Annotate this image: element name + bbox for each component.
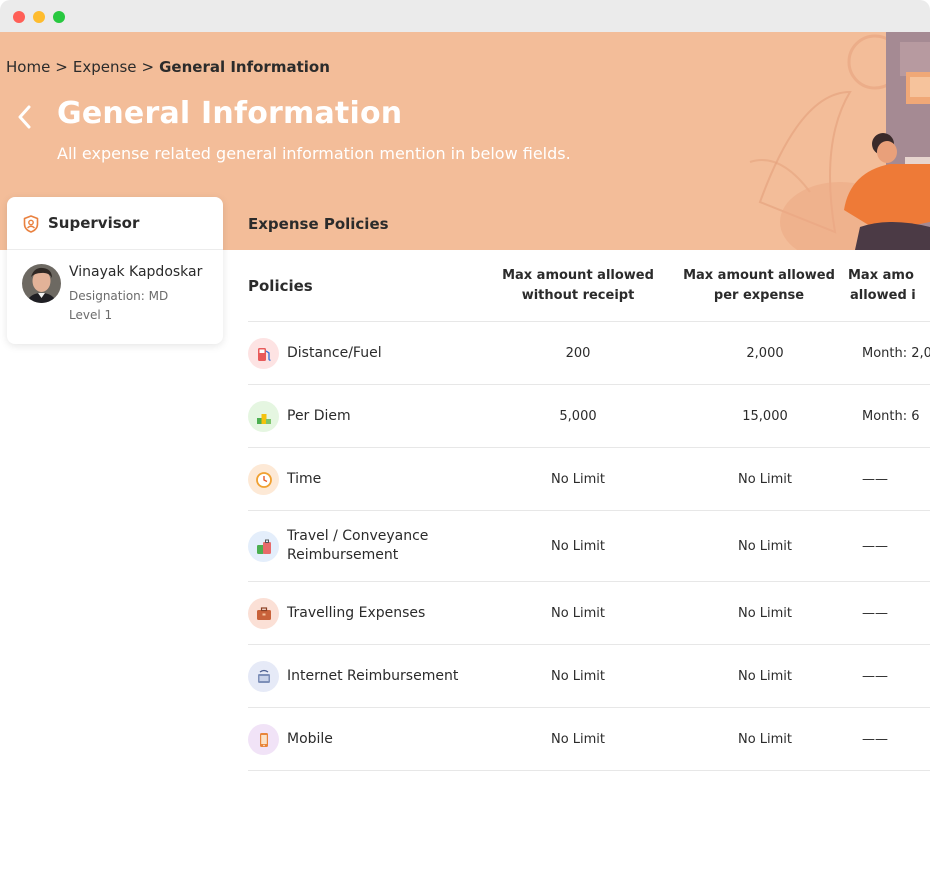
avatar [22, 264, 61, 303]
table-row[interactable]: Travel / Conveyance Reimbursement No Lim… [248, 511, 930, 582]
page-subtitle: All expense related general information … [57, 144, 571, 163]
cell-without-receipt: 200 [565, 346, 591, 361]
column-header-allowed-in: Max amo allowed i [848, 266, 930, 306]
policy-label: Travel / Conveyance Reimbursement [287, 527, 428, 565]
shield-user-icon [23, 215, 39, 233]
table-row[interactable]: Distance/Fuel 200 2,000 Month: 2,0 [248, 322, 930, 385]
supervisor-designation: Designation: MD [69, 289, 169, 303]
cell-per-expense: No Limit [737, 669, 793, 684]
breadcrumb-separator: > [141, 58, 155, 76]
mobile-phone-icon [248, 724, 279, 755]
policy-label: Internet Reimbursement [287, 668, 459, 684]
expense-policies-table: Policies Max amount allowed without rece… [248, 250, 930, 771]
cell-without-receipt: No Limit [550, 472, 606, 487]
section-title: Expense Policies [248, 215, 389, 233]
cell-allowed-in: Month: 6 [862, 409, 920, 424]
cell-allowed-in: —— [862, 732, 888, 747]
cell-per-expense: No Limit [737, 539, 793, 554]
policy-label-line: Reimbursement [287, 547, 399, 563]
supervisor-level: Level 1 [69, 308, 113, 322]
breadcrumb-current: General Information [159, 58, 330, 76]
clock-icon [248, 464, 279, 495]
table-header: Policies Max amount allowed without rece… [248, 250, 930, 322]
breadcrumb-separator: > [55, 58, 68, 76]
back-button[interactable] [12, 102, 38, 132]
supervisor-heading: Supervisor [48, 214, 140, 232]
cell-per-expense: No Limit [737, 472, 793, 487]
policy-label-line: Travel / Conveyance [287, 528, 429, 544]
column-header-without-receipt: Max amount allowed without receipt [488, 266, 668, 306]
policy-label: Per Diem [287, 408, 351, 424]
table-row[interactable]: Mobile No Limit No Limit —— [248, 708, 930, 771]
chevron-left-icon [18, 105, 31, 129]
column-header-line: Max amo [848, 268, 914, 283]
column-header-line: without receipt [521, 288, 635, 303]
cell-without-receipt: No Limit [550, 732, 606, 747]
fuel-pump-icon [248, 338, 279, 369]
luggage-icon [248, 531, 279, 562]
close-window-button[interactable] [13, 11, 25, 23]
cell-per-expense: No Limit [737, 606, 793, 621]
page-title: General Information [57, 96, 403, 131]
cell-allowed-in: —— [862, 472, 888, 487]
column-header-line: allowed i [850, 288, 916, 303]
breadcrumb: Home > Expense > General Information [6, 58, 330, 76]
policy-label: Travelling Expenses [287, 605, 426, 621]
table-row[interactable]: Internet Reimbursement No Limit No Limit… [248, 645, 930, 708]
window-titlebar [0, 0, 930, 32]
cell-without-receipt: 5,000 [559, 409, 597, 424]
maximize-window-button[interactable] [53, 11, 65, 23]
cell-without-receipt: No Limit [550, 669, 606, 684]
column-header-line: per expense [713, 288, 805, 303]
policy-label: Distance/Fuel [287, 345, 382, 361]
policy-label: Time [287, 471, 322, 487]
supervisor-card-header: Supervisor [7, 197, 223, 250]
cell-per-expense: 2,000 [746, 346, 784, 361]
minimize-window-button[interactable] [33, 11, 45, 23]
column-header-per-expense: Max amount allowed per expense [669, 266, 849, 306]
breadcrumb-home[interactable]: Home [6, 58, 50, 76]
cell-without-receipt: No Limit [550, 606, 606, 621]
cell-allowed-in: —— [862, 539, 888, 554]
cell-per-expense: No Limit [737, 732, 793, 747]
app-window: Home > Expense > General Information General… [0, 0, 930, 882]
cell-allowed-in: —— [862, 606, 888, 621]
cell-allowed-in: Month: 2,0 [862, 346, 930, 361]
cell-per-expense: 15,000 [742, 409, 788, 424]
policy-label: Mobile [287, 731, 333, 747]
column-header-line: Max amount allowed [502, 268, 654, 283]
cell-allowed-in: —— [862, 669, 888, 684]
podium-icon [248, 401, 279, 432]
supervisor-card: Supervisor Vinayak Kapdoskar Designation… [7, 197, 223, 344]
column-header-line: Max amount allowed [683, 268, 835, 283]
supervisor-name: Vinayak Kapdoskar [69, 264, 203, 280]
table-row[interactable]: Per Diem 5,000 15,000 Month: 6 [248, 385, 930, 448]
table-row[interactable]: Travelling Expenses No Limit No Limit —— [248, 582, 930, 645]
table-row[interactable]: Time No Limit No Limit —— [248, 448, 930, 511]
breadcrumb-expense[interactable]: Expense [73, 58, 137, 76]
briefcase-icon [248, 598, 279, 629]
cell-without-receipt: No Limit [550, 539, 606, 554]
router-icon [248, 661, 279, 692]
column-header-policies: Policies [248, 277, 313, 295]
office-illustration [749, 32, 930, 250]
